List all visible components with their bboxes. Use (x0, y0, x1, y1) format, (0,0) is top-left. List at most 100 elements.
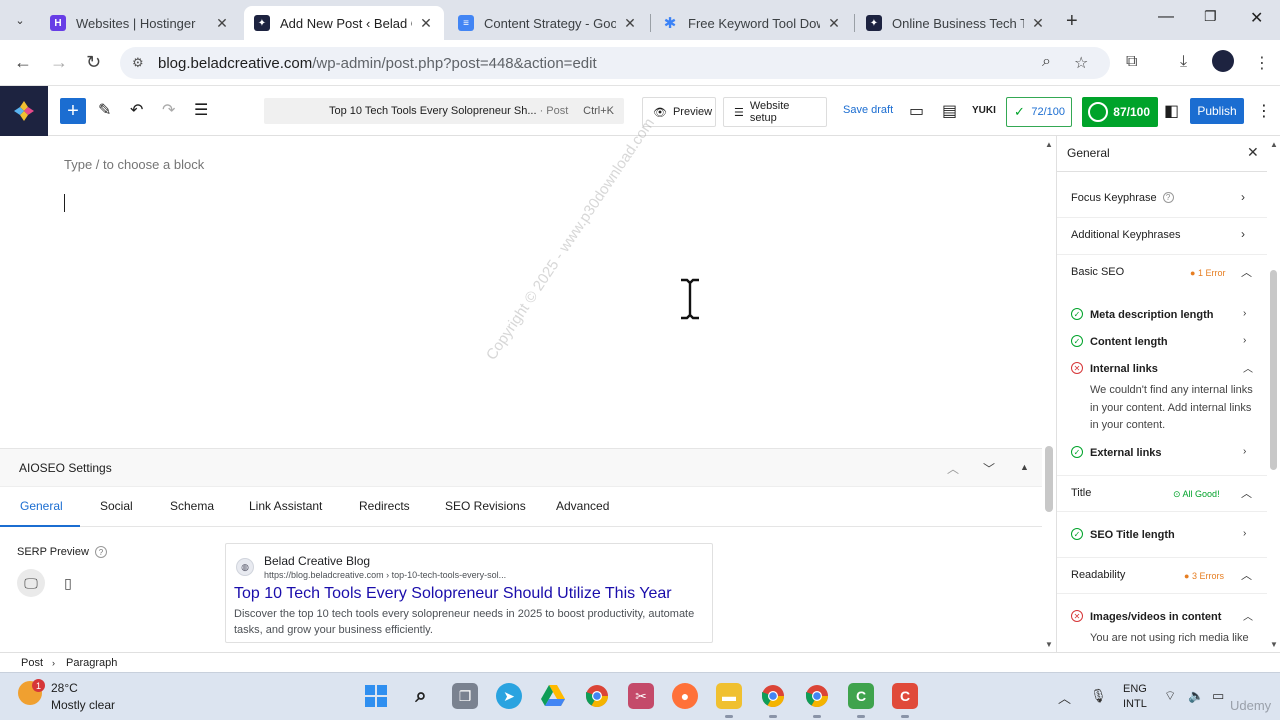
collapse-panel-icon[interactable]: ▲ (1020, 462, 1029, 472)
sidebar-scrollbar[interactable]: ▲ ▼ (1268, 136, 1280, 652)
chevron-right-icon[interactable]: › (1243, 528, 1246, 539)
help-question-icon[interactable]: ? (95, 546, 107, 558)
chevron-up-icon[interactable]: ︿ (1243, 360, 1253, 375)
snipping-tool-icon[interactable]: ✂ (628, 683, 654, 709)
close-icon[interactable]: ✕ (826, 15, 842, 32)
weather-description[interactable]: Mostly clear (51, 698, 115, 712)
scroll-thumb[interactable] (1045, 446, 1053, 512)
focus-keyphrase-row[interactable]: Focus Keyphrase? › (1057, 181, 1267, 218)
weather-temperature[interactable]: 28°C (51, 681, 78, 695)
tab-redirects[interactable]: Redirects (359, 499, 410, 513)
scroll-thumb[interactable] (1270, 270, 1277, 470)
language-indicator[interactable]: ENG INTL (1123, 682, 1147, 712)
chevron-down-icon[interactable]: ﹀ (983, 460, 995, 477)
tab-seo-revisions[interactable]: SEO Revisions (445, 499, 526, 513)
browser-tab-hostinger[interactable]: H Websites | Hostinger ✕ (40, 6, 240, 40)
windows-start-icon[interactable] (363, 683, 389, 709)
check-images-videos[interactable]: Images/videos in content (1090, 611, 1221, 623)
chrome-active-icon[interactable] (804, 683, 830, 718)
site-logo-icon[interactable] (0, 86, 48, 136)
scroll-down-icon[interactable]: ▼ (1270, 640, 1278, 649)
check-meta-description[interactable]: Meta description length (1090, 309, 1213, 321)
task-view-icon[interactable]: ❐ (452, 683, 478, 709)
microphone-icon[interactable]: 🎙 (1090, 688, 1107, 704)
bookmark-star-icon[interactable]: ☆ (1074, 53, 1088, 73)
chevron-right-icon[interactable]: › (1243, 446, 1246, 457)
minimize-icon[interactable]: — (1158, 8, 1174, 26)
check-seo-title-length[interactable]: SEO Title length (1090, 529, 1175, 541)
download-icon[interactable]: ⤓ (1180, 53, 1187, 71)
url-input[interactable]: ⚙ blog.beladcreative.com/wp-admin/post.p… (120, 47, 1110, 79)
chrome-icon[interactable] (584, 683, 610, 709)
search-icon[interactable]: ⌕ (408, 683, 434, 709)
site-info-icon[interactable]: ⚙ (132, 55, 150, 71)
additional-keyphrases-row[interactable]: Additional Keyphrases › (1057, 218, 1267, 255)
browser-tab-online-business[interactable]: ✦ Online Business Tech Tre ✕ (856, 6, 1056, 40)
volume-icon[interactable]: 🔈 (1188, 688, 1204, 704)
tab-advanced[interactable]: Advanced (556, 499, 609, 513)
check-content-length[interactable]: Content length (1090, 336, 1168, 348)
new-tab-plus-icon[interactable]: + (1066, 10, 1078, 33)
check-external-links[interactable]: External links (1090, 447, 1162, 459)
check-internal-links[interactable]: Internal links (1090, 363, 1158, 375)
battery-icon[interactable]: ▭ (1212, 688, 1224, 704)
camtasia-green-icon[interactable]: C (848, 683, 874, 718)
yuki-button[interactable]: YUKI (972, 105, 996, 116)
basic-seo-row[interactable]: Basic SEO ● 1 Error ︿ (1057, 255, 1267, 292)
profile-avatar[interactable] (1212, 50, 1234, 72)
breadcrumb-paragraph[interactable]: Paragraph (66, 657, 117, 669)
chevron-up-icon[interactable]: ︿ (1243, 608, 1253, 623)
view-desktop-icon[interactable]: ▭ (909, 101, 924, 121)
aioseo-score-button[interactable]: 87/100 (1082, 97, 1158, 127)
tab-search-chevron-icon[interactable]: ⌄ (8, 8, 32, 32)
zoom-search-icon[interactable]: ⌕ (1042, 53, 1051, 71)
document-overview-icon[interactable]: ☰ (194, 100, 208, 120)
camtasia-recorder-icon[interactable]: C (892, 683, 918, 718)
scroll-up-icon[interactable]: ▲ (1270, 140, 1278, 149)
close-icon[interactable]: ✕ (622, 15, 638, 32)
page-settings-icon[interactable]: ▤ (942, 101, 957, 121)
title-section-row[interactable]: Title ⊙ All Good! ︿ (1057, 475, 1267, 512)
block-placeholder[interactable]: Type / to choose a block (64, 157, 204, 172)
close-icon[interactable]: ✕ (1030, 15, 1046, 32)
save-draft-button[interactable]: Save draft (843, 104, 893, 116)
back-arrow-icon[interactable]: ← (14, 52, 32, 73)
scroll-down-icon[interactable]: ▼ (1045, 640, 1053, 649)
website-setup-button[interactable]: ☰ Website setup (723, 97, 827, 127)
desktop-preview-icon[interactable]: 🖵 (17, 569, 45, 597)
more-menu-icon[interactable]: ⋮ (1254, 53, 1270, 73)
scroll-up-icon[interactable]: ▲ (1045, 140, 1053, 149)
close-icon[interactable]: ✕ (1247, 144, 1259, 161)
tab-social[interactable]: Social (100, 499, 133, 513)
editor-scrollbar[interactable]: ▲ ▼ (1042, 136, 1056, 652)
close-icon[interactable]: ✕ (418, 15, 434, 32)
tab-link-assistant[interactable]: Link Assistant (249, 499, 322, 513)
breadcrumb-post[interactable]: Post (21, 657, 43, 669)
undo-icon[interactable]: ↶ (130, 100, 143, 120)
firefox-icon[interactable]: ● (672, 683, 698, 709)
publish-button[interactable]: Publish (1190, 98, 1244, 124)
close-window-icon[interactable]: ✕ (1250, 8, 1263, 28)
forward-arrow-icon[interactable]: → (50, 52, 68, 73)
tray-chevron-up-icon[interactable]: ︿ (1058, 688, 1071, 707)
chrome-profile-icon[interactable] (760, 683, 786, 718)
file-explorer-icon[interactable]: ▬ (716, 683, 742, 718)
telegram-icon[interactable]: ➤ (496, 683, 522, 709)
settings-panel-icon[interactable]: ◧ (1164, 101, 1179, 121)
network-icon[interactable]: ⌔ (1164, 688, 1176, 704)
redo-icon[interactable]: ↷ (162, 100, 175, 120)
chevron-right-icon[interactable]: › (1243, 308, 1246, 319)
tab-general[interactable]: General (20, 499, 63, 513)
close-icon[interactable]: ✕ (214, 15, 230, 32)
readability-row[interactable]: Readability ● 3 Errors ︿ (1057, 557, 1267, 594)
chevron-up-icon[interactable]: ︿ (947, 460, 959, 477)
browser-tab-content-strategy[interactable]: ≡ Content Strategy - Googl ✕ (448, 6, 648, 40)
add-block-plus-icon[interactable]: + (60, 98, 86, 124)
editor-canvas[interactable]: Type / to choose a block (0, 136, 1042, 448)
google-drive-icon[interactable] (540, 683, 566, 709)
browser-tab-add-new-post[interactable]: ✦ Add New Post ‹ Belad Cr ✕ (244, 6, 444, 40)
tab-schema[interactable]: Schema (170, 499, 214, 513)
extensions-puzzle-icon[interactable]: ⧉ (1126, 53, 1137, 71)
readability-score-button[interactable]: ✓ 72/100 (1006, 97, 1072, 127)
document-title-bar[interactable]: Top 10 Tech Tools Every Solopreneur Sh..… (264, 98, 624, 124)
